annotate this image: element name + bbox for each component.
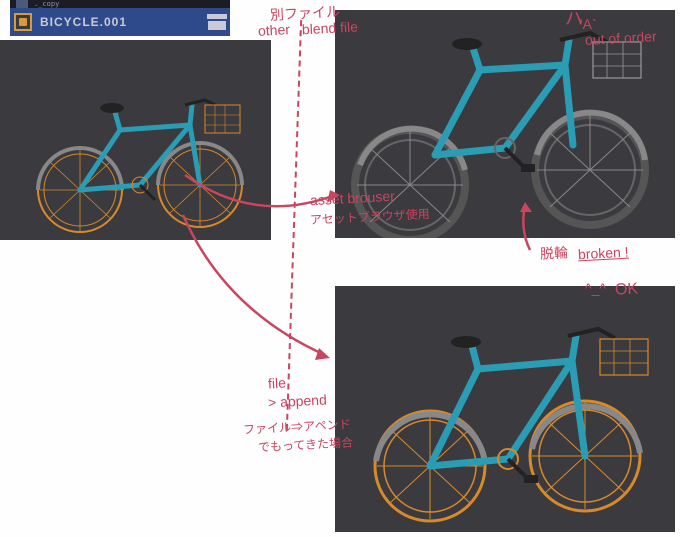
note-broken-en: broken ! [578,244,629,263]
edge-filename: ._copy [34,0,59,8]
note-file: file [268,375,287,393]
archive-icon[interactable] [208,14,226,30]
sad-face: 'A` [580,16,597,32]
bicycle-source [20,50,260,240]
happy-face: ^_^ [585,280,606,296]
file-icon [16,0,28,8]
note-broken-jp: 脱輪 [540,244,569,262]
viewport-source [0,40,271,240]
asset-row[interactable]: BICYCLE.001 [10,8,230,36]
shake-lines: ハ [565,5,581,31]
note-other-file-en2: .blend file [298,18,359,38]
asset-bar-top-edge: ._copy [10,0,230,8]
note-ok: OK [615,279,639,299]
asset-label: BICYCLE.001 [40,15,127,29]
viewport-ok [335,286,675,532]
note-append: > append [268,391,328,411]
dashed-divider [286,20,302,430]
asset-collection-icon [14,13,32,31]
bicycle-ok [340,291,670,531]
note-other-file-en1: other [258,21,291,39]
